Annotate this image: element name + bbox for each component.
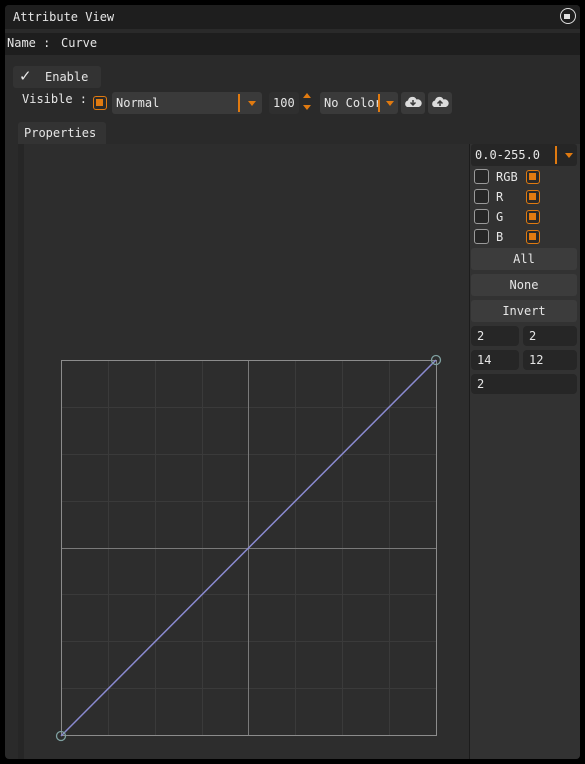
visible-label: Visible :	[22, 92, 88, 106]
name-value: Curve	[61, 36, 98, 50]
spin-down-icon[interactable]	[303, 105, 311, 110]
all-button[interactable]: All	[471, 248, 577, 270]
upload-button[interactable]	[428, 92, 452, 114]
blend-mode-value: Normal	[116, 96, 160, 110]
param-field-4[interactable]: 12	[523, 350, 577, 370]
tab-properties[interactable]: Properties	[18, 122, 106, 144]
blend-mode-select[interactable]: Normal	[112, 92, 262, 114]
curve-editor[interactable]	[24, 144, 470, 759]
range-select[interactable]: 0.0-255.0	[471, 144, 577, 166]
none-button[interactable]: None	[471, 274, 577, 296]
invert-button[interactable]: Invert	[471, 300, 577, 322]
cloud-download-icon	[405, 96, 422, 107]
param-field-2[interactable]: 2	[523, 326, 577, 346]
opacity-value: 100	[273, 96, 295, 110]
param-field-1[interactable]: 2	[471, 326, 519, 346]
visible-checkbox[interactable]	[93, 96, 107, 110]
attribute-view-window: Attribute View Name : Curve ✓ Enable Vis…	[5, 5, 580, 759]
channel-b-label: B	[496, 230, 504, 244]
param-field-3[interactable]: 14	[471, 350, 519, 370]
checkmark-icon: ✓	[19, 67, 32, 85]
opacity-field[interactable]: 100	[269, 92, 299, 114]
channel-r-checkbox[interactable]	[474, 189, 489, 204]
color-value: No Color	[324, 96, 380, 110]
channel-g-label: G	[496, 210, 504, 224]
channel-b-checkbox[interactable]	[474, 229, 489, 244]
spin-up-icon[interactable]	[303, 93, 311, 98]
window-title: Attribute View	[13, 10, 115, 24]
tab-properties-label: Properties	[24, 126, 97, 140]
name-label: Name :	[7, 36, 51, 50]
channel-b-color-toggle[interactable]	[526, 230, 540, 244]
dropdown-arrow-icon	[386, 101, 394, 106]
channel-rgb-color-toggle[interactable]	[526, 170, 540, 184]
color-select[interactable]: No Color	[320, 92, 398, 114]
channel-r-label: R	[496, 190, 504, 204]
channel-rgb-checkbox[interactable]	[474, 169, 489, 184]
enable-toggle[interactable]: ✓ Enable	[13, 66, 101, 88]
channel-g-color-toggle[interactable]	[526, 210, 540, 224]
channel-g-checkbox[interactable]	[474, 209, 489, 224]
param-field-5[interactable]: 2	[471, 374, 577, 394]
dropdown-arrow-icon	[565, 153, 573, 158]
dropdown-arrow-icon	[248, 101, 256, 106]
range-value: 0.0-255.0	[475, 148, 541, 162]
title-bar: Attribute View	[5, 5, 580, 29]
enable-label: Enable	[45, 70, 89, 84]
cloud-upload-icon	[432, 96, 449, 107]
channel-rgb-label: RGB	[496, 170, 518, 184]
channel-r-color-toggle[interactable]	[526, 190, 540, 204]
name-row: Name : Curve	[5, 33, 580, 55]
close-window-icon[interactable]	[560, 8, 576, 24]
curve-graph[interactable]	[24, 144, 470, 759]
download-button[interactable]	[401, 92, 425, 114]
